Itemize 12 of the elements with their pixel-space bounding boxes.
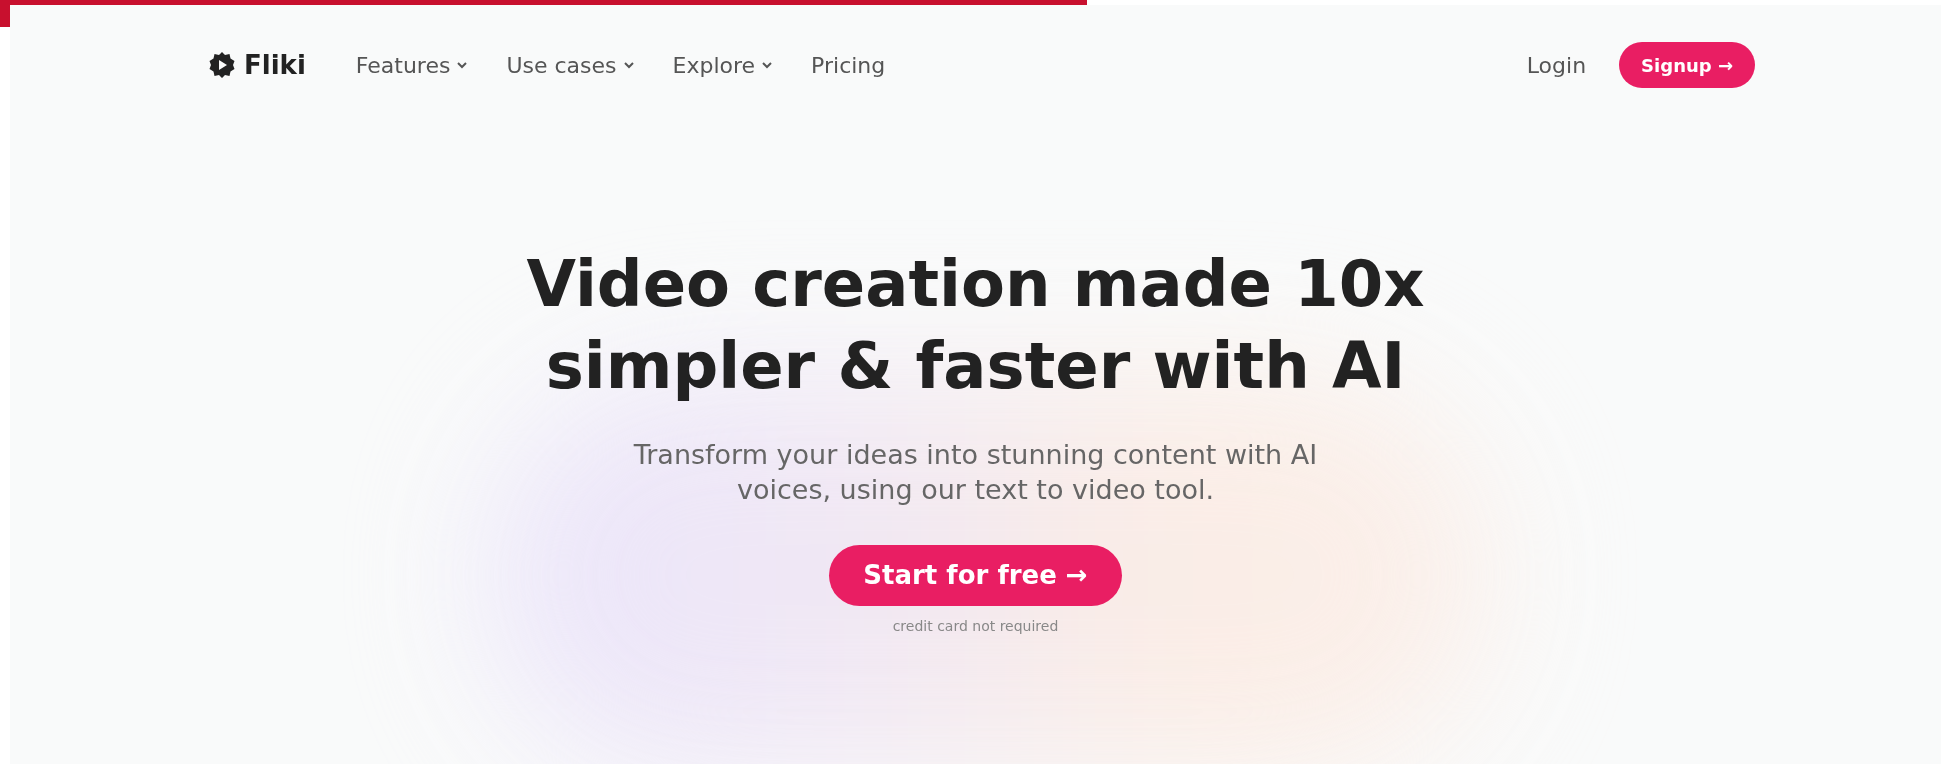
nav-link[interactable]: Features: [355, 48, 469, 82]
nav-link[interactable]: Use cases: [506, 48, 635, 82]
hero-subtitle: Transform your ideas into stunning content with AI voices, using our text to video tool.: [632, 438, 1319, 507]
nav-link[interactable]: Pricing: [811, 48, 886, 82]
logo-icon: [208, 51, 236, 79]
login-link[interactable]: Login: [1526, 48, 1587, 82]
nav-link[interactable]: Explore: [672, 48, 774, 82]
signup-button[interactable]: Signup →: [1619, 42, 1755, 88]
start-button[interactable]: Start for free →: [829, 545, 1122, 606]
logo-text: Fliki: [244, 48, 306, 82]
credit-card-note: credit card not required: [892, 617, 1059, 636]
hero-title: Video creation made 10x simpler & faster with AI: [526, 246, 1425, 405]
